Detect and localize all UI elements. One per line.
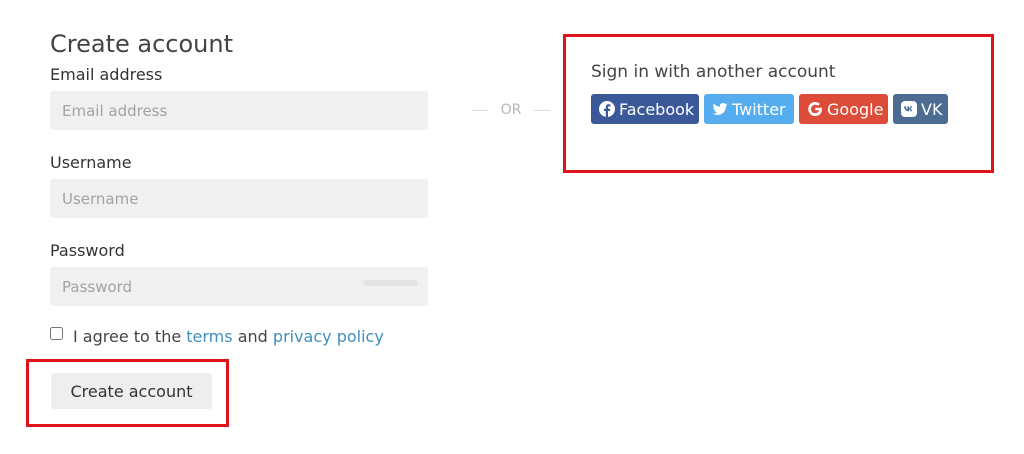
or-label: OR xyxy=(500,102,522,118)
twitter-button[interactable]: Twitter xyxy=(704,94,794,124)
vk-icon xyxy=(901,101,917,117)
create-button-highlight-box xyxy=(26,359,229,427)
username-input[interactable] xyxy=(50,179,428,218)
agree-prefix: I agree to the xyxy=(73,327,182,346)
google-label: Google xyxy=(827,99,884,119)
facebook-label: Facebook xyxy=(619,99,695,119)
email-label: Email address xyxy=(50,65,163,84)
terms-link[interactable]: terms xyxy=(186,327,232,346)
agree-checkbox[interactable] xyxy=(50,327,63,340)
twitter-label: Twitter xyxy=(732,99,786,119)
password-input[interactable] xyxy=(50,267,428,306)
vk-button[interactable]: VK xyxy=(893,94,948,124)
vk-label: VK xyxy=(921,99,943,119)
password-label: Password xyxy=(50,241,125,260)
agree-row: I agree to the terms and privacy policy xyxy=(50,327,384,346)
divider-line-right xyxy=(534,109,550,111)
google-icon xyxy=(807,101,823,117)
google-button[interactable]: Google xyxy=(799,94,888,124)
username-label: Username xyxy=(50,153,132,172)
email-input[interactable] xyxy=(50,91,428,130)
social-buttons: Facebook Twitter Google VK xyxy=(591,94,948,124)
page-title: Create account xyxy=(50,30,233,59)
password-strength-meter xyxy=(363,280,418,286)
agree-conjunction: and xyxy=(237,327,268,346)
social-signin-heading: Sign in with another account xyxy=(591,62,836,82)
facebook-icon xyxy=(599,101,615,117)
divider-line-left xyxy=(472,109,488,111)
privacy-policy-link[interactable]: privacy policy xyxy=(273,327,384,346)
or-divider: OR xyxy=(472,98,550,122)
twitter-icon xyxy=(712,101,728,117)
facebook-button[interactable]: Facebook xyxy=(591,94,699,124)
